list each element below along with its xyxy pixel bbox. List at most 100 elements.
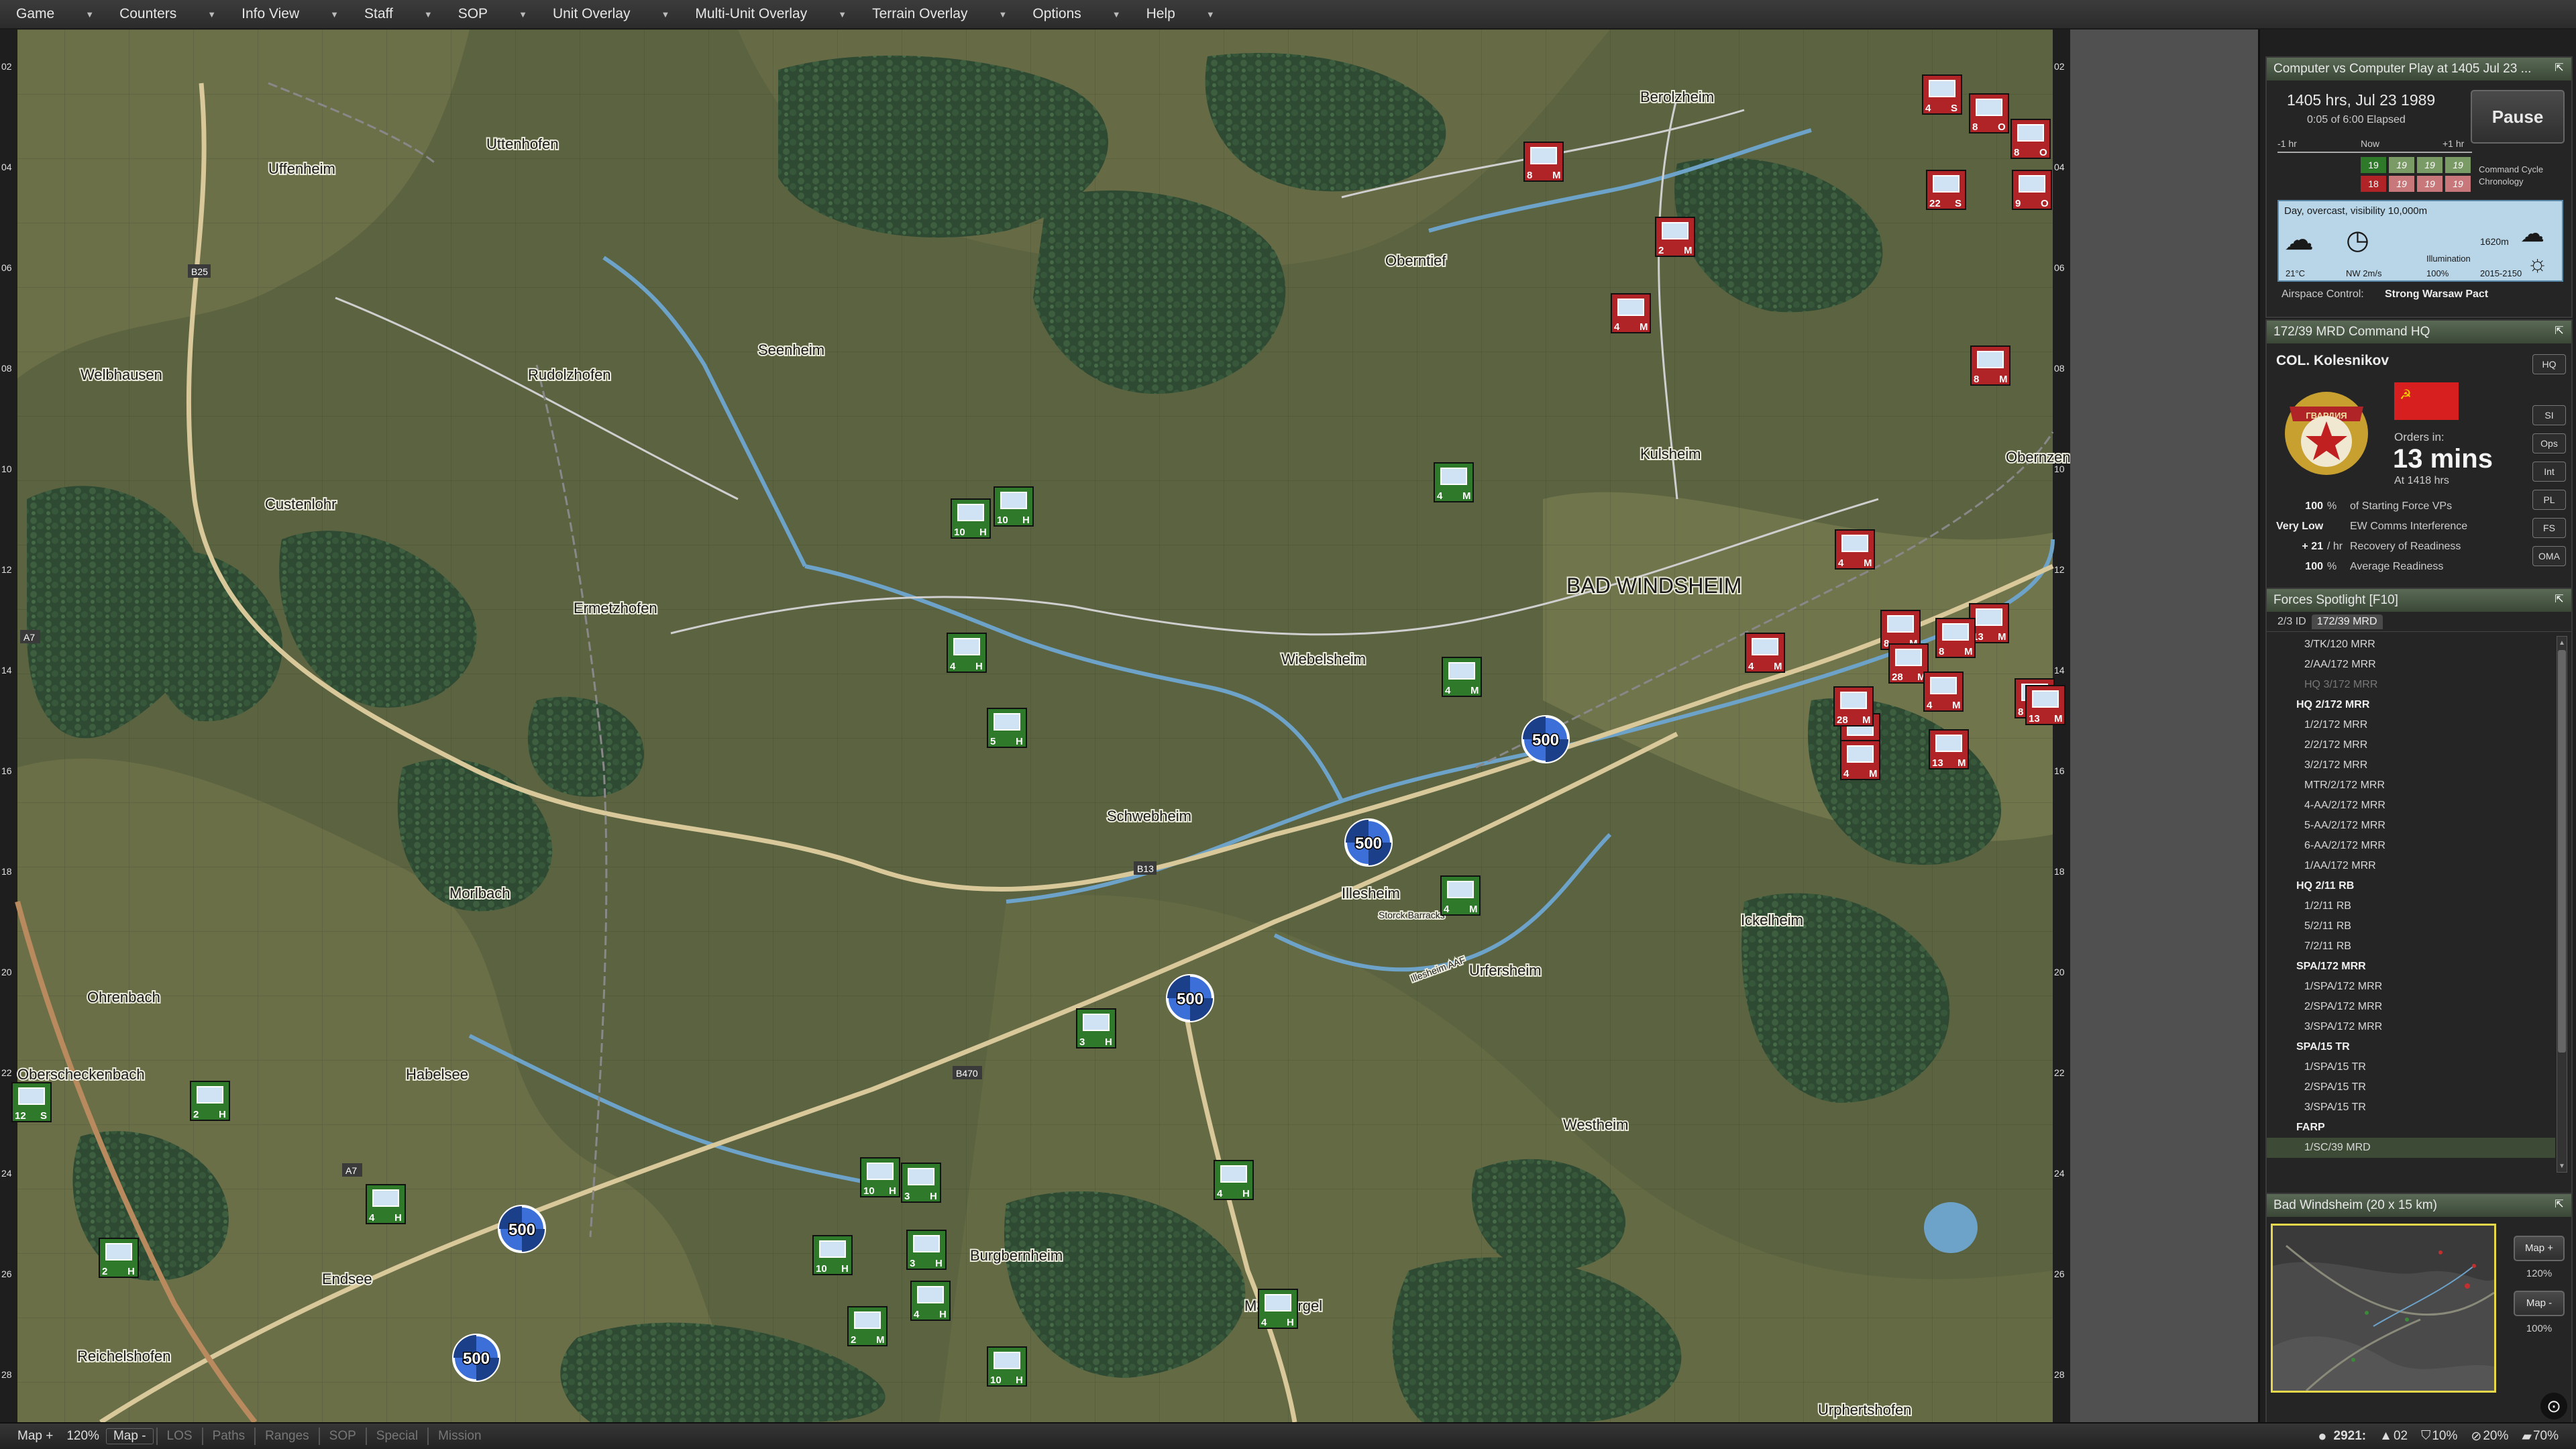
forces-list-item[interactable]: 6-AA/2/172 MRR (2267, 836, 2555, 856)
minimap[interactable] (2271, 1224, 2496, 1393)
nato-unit-counter[interactable]: 10 H (987, 1346, 1027, 1387)
paths-toggle[interactable]: Paths (206, 1429, 252, 1444)
pact-unit-counter[interactable]: 4S (1922, 74, 1962, 115)
forces-list-item[interactable]: 1/SPA/172 MRR (2267, 977, 2555, 997)
los-toggle[interactable]: LOS (160, 1429, 199, 1444)
menu-multi-unit-overlay[interactable]: Multi-Unit Overlay ▼ (695, 6, 861, 22)
nato-unit-counter[interactable]: 4H (1214, 1160, 1254, 1200)
nato-unit-counter[interactable]: 2M (847, 1306, 888, 1346)
pact-unit-counter[interactable]: 28 M (1833, 686, 1874, 727)
ranges-toggle[interactable]: Ranges (258, 1429, 316, 1444)
forces-list-item[interactable]: 1/SC/39 MRD (2267, 1138, 2555, 1158)
nato-unit-counter[interactable]: 10 H (994, 486, 1034, 527)
scroll-up-icon[interactable]: ▲ (2557, 639, 2567, 647)
menu-terrain-overlay[interactable]: Terrain Overlay ▼ (872, 6, 1022, 22)
map-center-icon[interactable]: ⊙ (2540, 1393, 2567, 1419)
forces-list-item[interactable]: 2/AA/172 MRR (2267, 655, 2555, 675)
forces-panel-header[interactable]: Forces Spotlight [F10] ⇱ (2267, 589, 2571, 612)
pin-icon[interactable]: ⇱ (2553, 325, 2566, 338)
forces-list-item[interactable]: 4-AA/2/172 MRR (2267, 796, 2555, 816)
menu-sop[interactable]: SOP ▼ (458, 6, 542, 22)
int-button[interactable]: Int (2532, 462, 2566, 482)
minimap-zoom-in-button[interactable]: Map + (2514, 1236, 2565, 1261)
pact-unit-counter[interactable]: 22 S (1926, 170, 1966, 210)
forces-list-item[interactable]: 1/2/11 RB (2267, 896, 2555, 916)
mission-toggle[interactable]: Mission (431, 1429, 488, 1444)
objective-marker[interactable]: 500 (1166, 974, 1214, 1022)
objective-marker[interactable]: 500 (498, 1205, 546, 1253)
objective-marker[interactable]: 500 (1344, 818, 1393, 867)
map-zoom-out-button[interactable]: Map - (105, 1428, 154, 1444)
objective-marker[interactable]: 500 (452, 1334, 500, 1382)
pl-button[interactable]: PL (2532, 490, 2566, 510)
forces-list-item[interactable]: 5-AA/2/172 MRR (2267, 816, 2555, 836)
forces-list-item[interactable]: SPA/15 TR (2267, 1037, 2555, 1057)
nato-unit-counter[interactable]: 4M (1442, 657, 1482, 697)
hq-panel-header[interactable]: 172/39 MRD Command HQ ⇱ (2267, 321, 2571, 343)
forces-list-item[interactable]: 1/AA/172 MRR (2267, 856, 2555, 876)
special-toggle[interactable]: Special (370, 1429, 425, 1444)
pact-unit-counter[interactable]: 4M (1840, 740, 1880, 780)
tactical-map[interactable]: Uffenheim Uttenhofen Welbhausen Rudolzho… (0, 30, 2070, 1422)
nato-unit-counter[interactable]: 2H (190, 1081, 230, 1121)
pact-unit-counter[interactable]: 8M (1935, 618, 1976, 658)
forces-list-item[interactable]: FARP (2267, 1118, 2555, 1138)
pause-button[interactable]: Pause (2471, 90, 2565, 144)
weather-box[interactable]: Day, overcast, visibility 10,000m ☁ ◷ 16… (2277, 200, 2563, 282)
forces-list-item[interactable]: 5/2/11 RB (2267, 916, 2555, 936)
forces-list-item[interactable]: 1/2/172 MRR (2267, 715, 2555, 735)
pact-unit-counter[interactable]: 4M (1611, 293, 1651, 333)
nato-unit-counter[interactable]: 2H (99, 1238, 139, 1278)
nato-unit-counter[interactable]: 4H (947, 633, 987, 673)
nato-unit-counter[interactable]: 4M (1440, 875, 1481, 916)
forces-scrollbar[interactable]: ▲ ▼ (2557, 636, 2567, 1173)
forces-list-item[interactable]: 2/2/172 MRR (2267, 735, 2555, 755)
forces-list-item[interactable]: 2/SPA/172 MRR (2267, 997, 2555, 1017)
menu-counters[interactable]: Counters ▼ (119, 6, 231, 22)
pact-unit-counter[interactable]: 4M (1835, 529, 1875, 570)
nato-unit-counter[interactable]: 12 S (11, 1082, 52, 1122)
scroll-thumb[interactable] (2558, 650, 2566, 1053)
nato-unit-counter[interactable]: 3H (906, 1230, 947, 1270)
nato-unit-counter[interactable]: 5H (987, 708, 1027, 748)
forces-list-item[interactable]: 3/2/172 MRR (2267, 755, 2555, 775)
pin-icon[interactable]: ⇱ (2553, 593, 2566, 606)
pact-unit-counter[interactable]: 13 M (1929, 729, 1969, 769)
forces-list-item[interactable]: 2/SPA/15 TR (2267, 1077, 2555, 1097)
tab-nato-force[interactable]: 2/3 ID (2272, 614, 2312, 629)
forces-list-item[interactable]: 3/TK/120 MRR (2267, 635, 2555, 655)
forces-list-item[interactable]: 1/SPA/15 TR (2267, 1057, 2555, 1077)
forces-list-item[interactable]: 7/2/11 RB (2267, 936, 2555, 957)
pact-unit-counter[interactable]: 28 M (1888, 643, 1929, 684)
forces-list-item[interactable]: 3/SPA/15 TR (2267, 1097, 2555, 1118)
forces-list-item[interactable]: HQ 2/172 MRR (2267, 695, 2555, 715)
nato-unit-counter[interactable]: 4H (1258, 1289, 1298, 1329)
pact-unit-counter[interactable]: 8O (1969, 93, 2009, 133)
fs-button[interactable]: FS (2532, 518, 2566, 538)
minimap-reset-level[interactable]: 100% (2514, 1323, 2565, 1334)
menu-help[interactable]: Help ▼ (1146, 6, 1230, 22)
nato-unit-counter[interactable]: 4M (1434, 462, 1474, 502)
minimap-zoom-out-button[interactable]: Map - (2514, 1291, 2565, 1316)
map-canvas[interactable]: Uffenheim Uttenhofen Welbhausen Rudolzho… (0, 30, 2070, 1422)
minimap-panel-header[interactable]: Bad Windsheim (20 x 15 km) ⇱ (2267, 1194, 2571, 1217)
pact-unit-counter[interactable]: 4M (1745, 633, 1785, 673)
pact-unit-counter[interactable]: 4M (1923, 672, 1964, 712)
oma-button[interactable]: OMA (2532, 546, 2566, 566)
nato-unit-counter[interactable]: 10 H (860, 1157, 900, 1197)
pin-icon[interactable]: ⇱ (2553, 62, 2566, 75)
pact-unit-counter[interactable]: 13 M (2025, 685, 2065, 725)
pact-unit-counter[interactable]: 8M (1523, 142, 1564, 182)
menu-staff[interactable]: Staff ▼ (364, 6, 447, 22)
nato-unit-counter[interactable]: 4H (366, 1184, 406, 1224)
pact-unit-counter[interactable]: 8O (2010, 119, 2051, 159)
si-button[interactable]: SI (2532, 405, 2566, 425)
nato-unit-counter[interactable]: 3H (1076, 1008, 1116, 1049)
menu-options[interactable]: Options ▼ (1032, 6, 1135, 22)
scroll-down-icon[interactable]: ▼ (2557, 1163, 2567, 1170)
map-zoom-in-button[interactable]: Map + (11, 1429, 60, 1444)
forces-list-item[interactable]: HQ 3/172 MRR (2267, 675, 2555, 695)
pin-icon[interactable]: ⇱ (2553, 1198, 2566, 1212)
forces-list[interactable]: 3/TK/120 MRR 2/AA/172 MRR HQ 3/172 MRR HQ 2… (2267, 635, 2555, 1178)
pact-unit-counter[interactable]: 2M (1655, 217, 1695, 257)
